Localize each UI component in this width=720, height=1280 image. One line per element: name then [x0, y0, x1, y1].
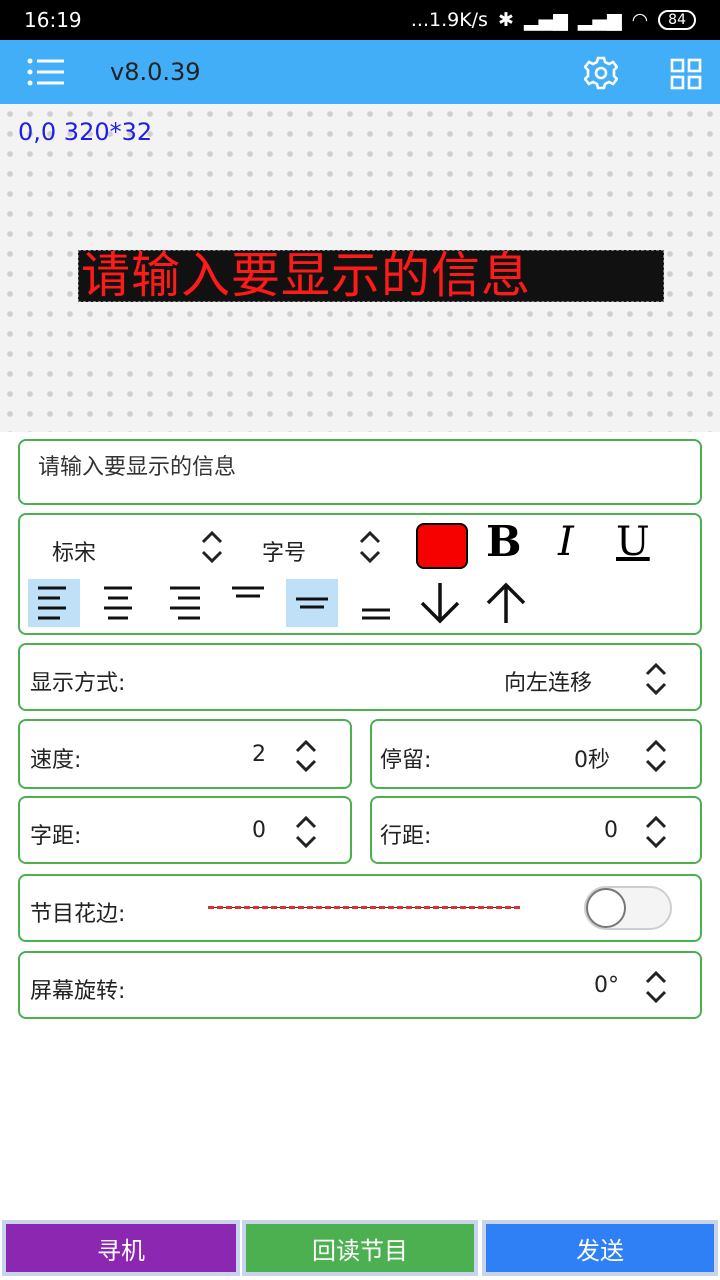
grid-icon[interactable] — [670, 58, 702, 90]
color-picker-button[interactable] — [416, 523, 468, 569]
display-mode-label: 显示方式: — [30, 671, 126, 696]
valign-bottom-button[interactable] — [350, 579, 402, 627]
status-icons: ...1.9K/s ✱ ▂▄▆ ▂▄▆ ◠ 84 — [411, 9, 696, 31]
align-right-button[interactable] — [158, 579, 210, 627]
pause-label: 停留: — [380, 748, 432, 773]
screen-rotation-row[interactable]: 屏幕旋转: 0° — [18, 951, 702, 1019]
preview-coords: 0,0 320*32 — [18, 118, 153, 146]
speed-label: 速度: — [30, 748, 82, 773]
network-speed: ...1.9K/s — [410, 9, 488, 31]
signal-icon: ▂▄▆ — [523, 9, 568, 31]
pause-spinner-icon[interactable] — [642, 736, 670, 776]
char-spacing-row[interactable]: 字距: 0 — [18, 796, 352, 864]
gear-icon[interactable] — [584, 56, 618, 90]
align-left-icon — [38, 586, 66, 620]
screen-rotation-label: 屏幕旋转: — [30, 979, 126, 1004]
border-style-preview-dash — [208, 906, 520, 909]
status-time: 16:19 — [24, 8, 82, 32]
char-spacing-label: 字距: — [30, 824, 82, 849]
valign-top-icon — [232, 586, 264, 598]
speed-row[interactable]: 速度: 2 — [18, 719, 352, 789]
wifi-icon: ◠ — [631, 9, 649, 31]
italic-button[interactable]: I — [558, 519, 574, 565]
bluetooth-icon: ✱ — [497, 9, 514, 31]
display-mode-row[interactable]: 显示方式: 向左连移 — [18, 643, 702, 711]
valign-bottom-icon — [362, 608, 390, 620]
char-spacing-value: 0 — [252, 818, 266, 843]
message-input[interactable]: 请输入要显示的信息 — [38, 449, 236, 481]
line-spacing-spinner-icon[interactable] — [642, 812, 670, 852]
line-spacing-value: 0 — [604, 818, 618, 843]
valign-middle-icon — [296, 597, 328, 609]
led-display[interactable]: 请输入要显示的信息 — [78, 250, 664, 302]
pause-value: 0秒 — [574, 748, 610, 773]
speed-value: 2 — [252, 742, 266, 767]
app-version: v8.0.39 — [110, 58, 201, 86]
led-text: 请输入要显示的信息 — [81, 250, 532, 302]
char-spacing-spinner-icon[interactable] — [292, 812, 320, 852]
send-button[interactable]: 发送 — [482, 1220, 718, 1276]
align-center-icon — [104, 586, 132, 620]
signal2-icon: ▂▄▆ — [577, 9, 622, 31]
font-spinner-icon[interactable] — [198, 527, 226, 567]
line-spacing-row[interactable]: 行距: 0 — [370, 796, 702, 864]
valign-middle-button[interactable] — [286, 579, 338, 627]
align-right-icon — [170, 586, 200, 620]
menu-icon[interactable] — [26, 56, 66, 88]
readback-program-button[interactable]: 回读节目 — [242, 1220, 478, 1276]
search-device-button[interactable]: 寻机 — [2, 1220, 240, 1276]
valign-top-button[interactable] — [222, 579, 274, 627]
led-preview-area: 0,0 320*32 请输入要显示的信息 — [0, 104, 720, 432]
screen-rotation-value: 0° — [594, 973, 619, 998]
move-up-button[interactable] — [480, 579, 532, 627]
program-border-label: 节目花边: — [30, 902, 126, 927]
message-input-card: 请输入要显示的信息 — [18, 439, 702, 505]
border-toggle[interactable] — [584, 886, 672, 930]
app-bar: v8.0.39 — [0, 40, 720, 104]
display-mode-spinner-icon[interactable] — [642, 659, 670, 699]
underline-button[interactable]: U — [616, 519, 650, 565]
format-toolbar: 标宋 字号 B I U — [18, 513, 702, 635]
align-left-button[interactable] — [28, 579, 80, 627]
font-select[interactable]: 标宋 — [52, 535, 96, 567]
align-center-button[interactable] — [92, 579, 144, 627]
arrow-up-icon — [486, 582, 526, 623]
bold-button[interactable]: B — [486, 517, 522, 566]
size-spinner-icon[interactable] — [356, 527, 384, 567]
program-border-row: 节目花边: — [18, 874, 702, 942]
rotation-spinner-icon[interactable] — [642, 967, 670, 1007]
font-size-select[interactable]: 字号 — [262, 535, 306, 567]
pause-row[interactable]: 停留: 0秒 — [370, 719, 702, 789]
line-spacing-label: 行距: — [380, 824, 432, 849]
speed-spinner-icon[interactable] — [292, 736, 320, 776]
display-mode-value: 向左连移 — [504, 671, 593, 696]
battery-icon: 84 — [658, 10, 696, 30]
move-down-button[interactable] — [414, 579, 466, 627]
arrow-down-icon — [420, 583, 460, 624]
border-toggle-knob — [586, 888, 626, 928]
status-bar: 16:19 ...1.9K/s ✱ ▂▄▆ ▂▄▆ ◠ 84 — [0, 0, 720, 40]
